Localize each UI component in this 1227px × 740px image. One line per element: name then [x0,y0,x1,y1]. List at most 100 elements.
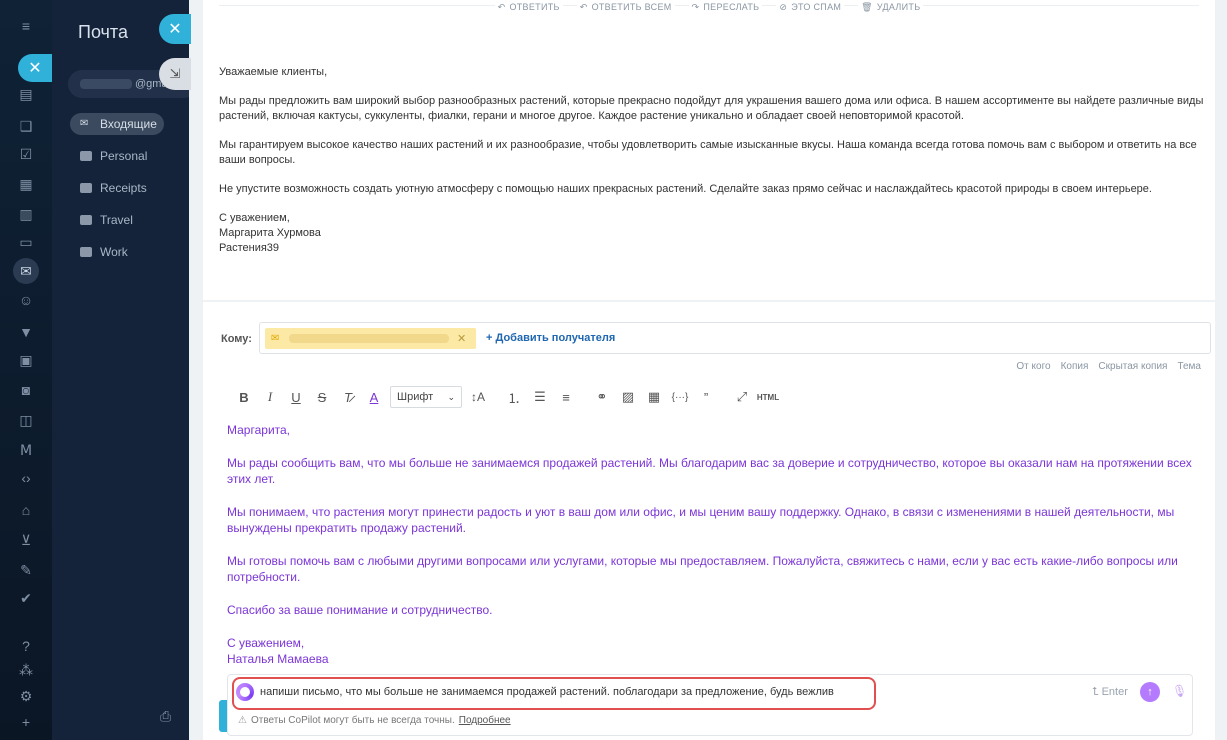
structure-icon[interactable]: ⁂ [16,660,36,680]
to-label: Кому: [221,333,252,345]
reply-paragraph: Мы понимаем, что растения могут принести… [227,505,1175,535]
folder-icon [80,215,92,225]
drive-icon[interactable]: ▭ [16,232,36,252]
tasks-icon[interactable]: ☑ [16,144,36,164]
settings-icon[interactable]: ⚙ [16,686,36,706]
italic-icon[interactable]: I [257,386,283,408]
bold-icon[interactable]: B [231,386,257,408]
folder-label: Personal [100,149,148,163]
filter-icon[interactable]: ▼ [16,322,36,342]
copilot-warning: ⚠ Ответы CoPilot могут быть не всегда то… [238,715,511,726]
spam-button[interactable]: ⊘ ЭТО СПАМ [776,0,845,14]
people-icon[interactable]: ☺ [16,290,36,310]
reply-button[interactable]: ↶ ОТВЕТИТЬ [494,0,563,14]
link-icon[interactable]: ⚭ [589,386,615,408]
reply-paragraph: Мы рады сообщить вам, что мы больше не з… [227,456,1192,486]
from-link[interactable]: От кого [1016,361,1050,372]
delete-button[interactable]: 🗑 УДАЛИТЬ [858,0,924,14]
warning-icon: ⚠ [238,715,247,726]
box-icon[interactable]: ◫ [16,410,36,430]
copilot-send-button[interactable]: ↑ [1140,682,1160,702]
font-select[interactable]: Шрифт ⌄ [390,386,462,408]
numbered-list-icon[interactable]: ⒈ [501,386,527,408]
reply-signature: С уважением, Наталья Мамаева [227,636,329,666]
reply-body[interactable]: Маргарита, Мы рады сообщить вам, что мы … [227,422,1197,667]
arrow-up-icon: ↑ [1147,686,1153,698]
cc-options: От кого Копия Скрытая копия Тема [1016,361,1201,372]
calendar-icon[interactable]: ▦ [16,174,36,194]
reply-paragraph: Мы готовы помочь вам с любыми другими во… [227,554,1178,584]
folder-label: Travel [100,213,133,227]
underline-icon[interactable]: U [283,386,309,408]
microphone-icon[interactable]: 🎙 [1172,684,1187,698]
html-icon[interactable]: HTML [755,386,781,408]
to-field[interactable]: ✉ ✕ + Добавить получателя [259,322,1211,354]
print-icon[interactable]: ⎙ [160,708,171,725]
chat-icon[interactable]: ❑ [16,116,36,136]
forward-icon: ↷ [691,1,700,12]
feed-icon[interactable]: ▤ [16,84,36,104]
folder-travel[interactable]: Travel [70,209,190,231]
trash-icon: 🗑 [861,1,873,12]
marketing-icon[interactable]: Ⅿ [16,440,36,460]
cart-icon[interactable]: ⊻ [16,530,36,550]
docs-icon[interactable]: ▥ [16,204,36,224]
mail-view-panel: ↶ ОТВЕТИТЬ ↶ ОТВЕТИТЬ ВСЕМ ↷ ПЕРЕСЛАТЬ ⊘ ЭТО… [189,0,1227,740]
folder-inbox[interactable]: ✉ Входящие [70,113,164,135]
folder-label: Входящие [100,117,157,131]
text-color-icon[interactable]: A [361,386,387,408]
account-email-redacted [80,79,132,90]
bullet-list-icon[interactable]: ☰ [527,386,553,408]
folder-receipts[interactable]: Receipts [70,177,190,199]
received-letter: ↶ ОТВЕТИТЬ ↶ ОТВЕТИТЬ ВСЕМ ↷ ПЕРЕСЛАТЬ ⊘ ЭТО… [203,0,1215,300]
table-icon[interactable]: ▦ [641,386,667,408]
bcc-link[interactable]: Скрытая копия [1098,361,1167,372]
folder-personal[interactable]: Personal [70,145,190,167]
reply-all-button[interactable]: ↶ ОТВЕТИТЬ ВСЕМ [576,0,675,14]
check-icon[interactable]: ✔ [16,588,36,608]
cc-link[interactable]: Копия [1061,361,1089,372]
quote-icon[interactable]: ” [693,386,719,408]
contacts-icon[interactable]: ▣ [16,350,36,370]
store-icon[interactable]: ⌂ [16,500,36,520]
copilot-prompt-input[interactable]: напиши письмо, что мы больше не занимаем… [260,686,834,698]
mail-icon[interactable]: ✉ [13,258,39,284]
reply-all-icon: ↶ [579,1,588,12]
code-icon[interactable]: ‹› [16,468,36,488]
add-icon[interactable]: + [16,712,36,732]
font-size-icon[interactable]: ↕A [465,386,491,408]
envelope-icon: ✉ [271,333,280,344]
help-icon[interactable]: ? [16,636,36,656]
close-icon[interactable]: ✕ [18,54,52,82]
robot-icon[interactable]: ◙ [16,380,36,400]
folder-work[interactable]: Work [70,241,190,263]
recipient-chip[interactable]: ✉ ✕ [265,328,476,349]
align-icon[interactable]: ≡ [553,386,579,408]
copilot-icon [236,683,254,701]
folder-label: Work [100,245,128,259]
close-panel-button[interactable]: ✕ [159,14,191,44]
clear-format-icon[interactable]: T̷ [335,386,361,408]
letter-actions: ↶ ОТВЕТИТЬ ↶ ОТВЕТИТЬ ВСЕМ ↷ ПЕРЕСЛАТЬ ⊘ ЭТО… [203,0,1215,14]
mail-sidebar: Почта @gma ✉ Входящие Personal Receipts … [52,0,198,740]
forward-button[interactable]: ↷ ПЕРЕСЛАТЬ [688,0,763,14]
letter-body: Уважаемые клиенты, Мы рады предложить ва… [219,65,1209,256]
sign-icon[interactable]: ✎ [16,560,36,580]
strikethrough-icon[interactable]: S [309,386,335,408]
more-info-link[interactable]: Подробнее [459,715,511,726]
image-icon[interactable]: ▨ [615,386,641,408]
enter-icon: ⮤ [1092,686,1099,698]
app-rail: ≡ ✕ ▤ ❑ ☑ ▦ ▥ ▭ ✉ ☺ ▼ ▣ ◙ ◫ Ⅿ ‹› ⌂ ⊻ ✎ ✔… [0,0,52,740]
letter-signature: С уважением, Маргарита Хурмова Растения3… [219,212,321,254]
code-icon[interactable]: {···} [667,386,693,408]
fullscreen-icon[interactable]: ⤢ [729,386,755,408]
minimize-panel-button[interactable]: ⇲ [159,58,191,90]
subject-link[interactable]: Тема [1177,361,1201,372]
envelope-icon: ✉ [80,118,89,129]
enter-hint: ⮤ Enter [1092,686,1128,698]
reply-icon: ↶ [497,1,506,12]
remove-recipient-icon[interactable]: ✕ [457,332,466,345]
add-recipient-link[interactable]: + Добавить получателя [486,332,615,344]
letter-paragraph: Мы рады предложить вам широкий выбор раз… [219,95,1204,122]
menu-icon[interactable]: ≡ [16,16,36,36]
